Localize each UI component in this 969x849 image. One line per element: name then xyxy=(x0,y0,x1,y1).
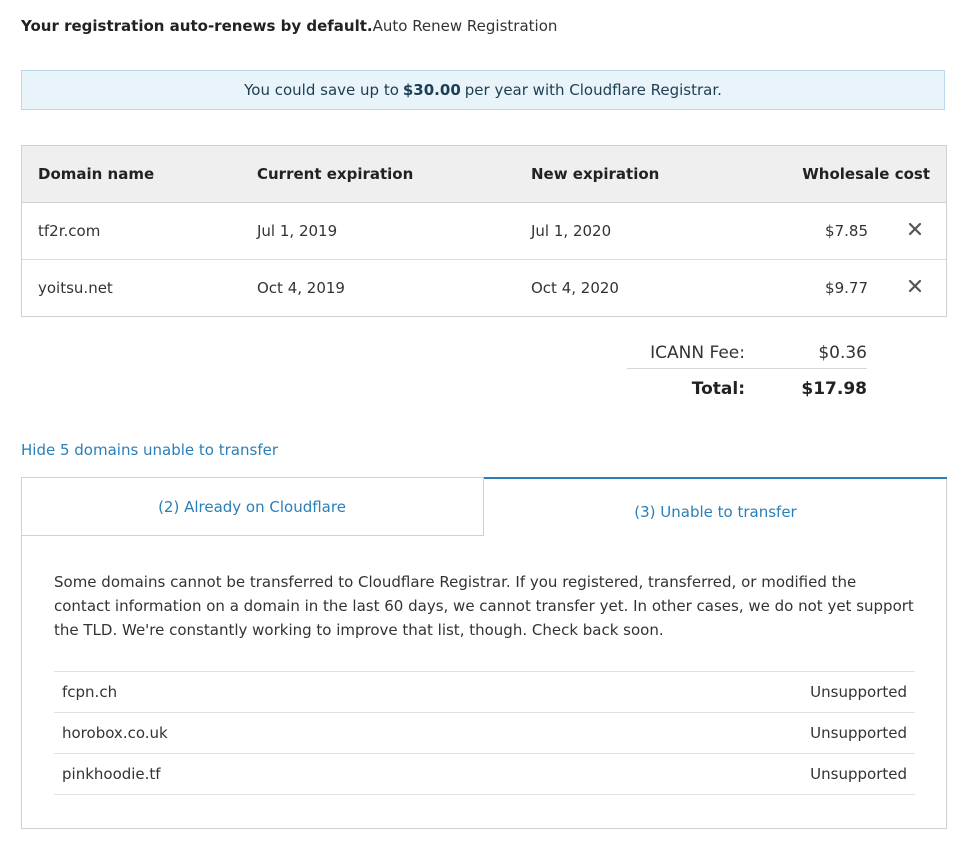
savings-suffix: per year with Cloudflare Registrar. xyxy=(464,81,722,99)
header-new-expiration: New expiration xyxy=(531,165,660,183)
icann-fee-value: $0.36 xyxy=(818,343,867,363)
unable-transfer-description: Some domains cannot be transferred to Cl… xyxy=(54,573,914,639)
remove-domain-button[interactable] xyxy=(908,222,922,240)
hide-untransferable-link[interactable]: Hide 5 domains unable to transfer xyxy=(21,441,278,459)
row-new-expiration: Oct 4, 2020 xyxy=(531,279,619,297)
row-new-expiration: Jul 1, 2020 xyxy=(531,222,612,240)
tab-already-on-cloudflare[interactable]: (2) Already on Cloudflare xyxy=(21,477,484,536)
unsupported-status: Unsupported xyxy=(810,724,907,742)
unsupported-domain-name: fcpn.ch xyxy=(62,683,118,701)
unsupported-status: Unsupported xyxy=(810,683,907,701)
header-current-expiration: Current expiration xyxy=(257,165,414,183)
close-icon[interactable] xyxy=(908,222,922,236)
auto-renew-label: Auto Renew Registration xyxy=(372,17,558,35)
auto-renew-bold-text: Your registration auto-renews by default… xyxy=(21,17,373,35)
icann-fee-label: ICANN Fee: xyxy=(650,343,745,363)
domain-transfer-table: Domain name Current expiration New expir… xyxy=(21,145,947,317)
total-value: $17.98 xyxy=(801,379,867,399)
table-header: Domain name Current expiration New expir… xyxy=(22,146,946,203)
unsupported-domain-list: fcpn.ch Unsupported horobox.co.uk Unsupp… xyxy=(54,671,915,795)
total-row: Total: $17.98 xyxy=(627,369,867,409)
table-row: tf2r.com Jul 1, 2019 Jul 1, 2020 $7.85 xyxy=(22,203,946,260)
list-item: fcpn.ch Unsupported xyxy=(54,672,915,713)
icann-fee-row: ICANN Fee: $0.36 xyxy=(627,338,867,369)
row-wholesale-cost: $9.77 xyxy=(825,279,868,297)
row-current-expiration: Jul 1, 2019 xyxy=(257,222,338,240)
savings-prefix: You could save up to xyxy=(244,81,399,99)
tab-unable-to-transfer[interactable]: (3) Unable to transfer xyxy=(484,477,947,541)
transfer-status-tabs: (2) Already on Cloudflare (3) Unable to … xyxy=(21,477,947,829)
row-current-expiration: Oct 4, 2019 xyxy=(257,279,345,297)
header-domain-name: Domain name xyxy=(38,165,155,183)
remove-domain-button[interactable] xyxy=(908,279,922,297)
unsupported-domain-name: horobox.co.uk xyxy=(62,724,168,742)
list-item: pinkhoodie.tf Unsupported xyxy=(54,754,915,795)
row-domain-name: yoitsu.net xyxy=(38,279,113,297)
header-wholesale-cost: Wholesale cost xyxy=(802,165,930,183)
total-label: Total: xyxy=(691,379,745,399)
table-row: yoitsu.net Oct 4, 2019 Oct 4, 2020 $9.77 xyxy=(22,260,946,316)
totals-summary: ICANN Fee: $0.36 Total: $17.98 xyxy=(627,338,867,409)
savings-amount: $30.00 xyxy=(402,81,461,99)
savings-banner: You could save up to $30.00 per year wit… xyxy=(21,70,945,110)
row-domain-name: tf2r.com xyxy=(38,222,101,240)
unsupported-status: Unsupported xyxy=(810,765,907,783)
close-icon[interactable] xyxy=(908,279,922,293)
unsupported-domain-name: pinkhoodie.tf xyxy=(62,765,161,783)
auto-renew-notice: Your registration auto-renews by default… xyxy=(21,17,557,35)
list-item: horobox.co.uk Unsupported xyxy=(54,713,915,754)
row-wholesale-cost: $7.85 xyxy=(825,222,868,240)
